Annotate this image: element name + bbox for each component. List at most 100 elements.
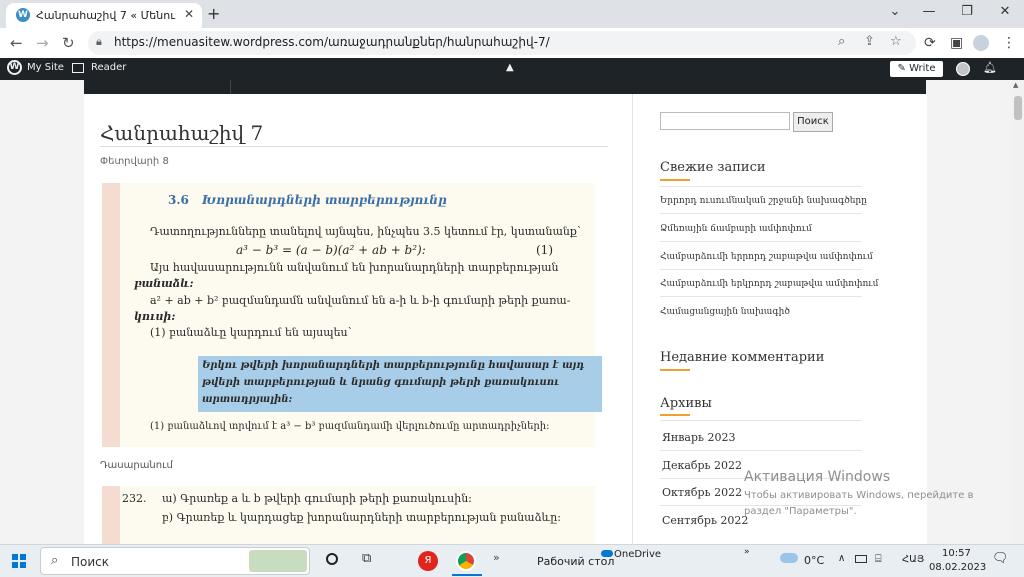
title-divider [100,146,608,147]
exercise-scan-image: 232. ա) Գրառեք a և b թվերի գումարի թերի … [102,486,595,544]
scan-line-3: բանաձև: [134,277,194,290]
section-caption: Դասարանում [100,460,173,471]
recent-post-3[interactable]: Համբարձումի երրորդ շաբաթվա ամփոփում [660,252,873,262]
clock-time[interactable]: 10:57 [942,548,971,559]
wordpress-logo-icon[interactable]: W [7,60,22,75]
forward-icon[interactable]: → [36,34,49,52]
search-input[interactable] [660,112,790,130]
search-icon: ⌕ [51,553,59,568]
recent-post-2[interactable]: Ձմեռային ճամբարի ամփոփում [660,224,812,234]
nav-divider [230,80,231,94]
scan-box-line-1: Երկու թվերի խորանարդների տարբերությունը … [202,360,585,371]
network-icon[interactable]: ⌸ [875,552,882,566]
close-window-icon[interactable]: ✕ [994,4,1016,19]
search-button[interactable]: Поиск [793,112,833,132]
address-bar[interactable]: 🔒︎ https://menuasitew.wordpress.com/առաջ… [88,31,916,55]
recent-post-5[interactable]: Համացանցային նախագիծ [660,307,790,317]
scan-box-line-2: թվերի տարբերության և նրանց գումարի թերի … [202,377,560,388]
scan-formula: a³ − b³ = (a − b)(a² + ab + b²): [236,243,426,257]
tray-chevron-icon[interactable]: ∧ [838,553,845,564]
watermark-line-1: Чтобы активировать Windows, перейдите в [744,490,974,501]
zoom-icon[interactable]: ⌕ [838,34,845,49]
scan-line-6: (1) բանաձևը կարդում են այսպես՝ [150,326,352,339]
post-date[interactable]: Փետրվարի 8 [100,156,169,167]
task-view-icon[interactable]: ⧉ [362,551,371,566]
archive-jan-2023[interactable]: Январь 2023 [662,431,736,444]
sidepanel-icon[interactable]: ▣ [950,35,963,51]
weather-temp[interactable]: 0°C [804,554,824,567]
scroll-top-icon[interactable]: ▲ [506,62,514,73]
windows-taskbar: ⌕ Поиск ⧉ Я » Рабочий стол OneDrive » 0°… [0,544,1024,577]
reload-icon[interactable]: ↻ [62,34,75,52]
cortana-icon[interactable] [326,553,338,565]
write-button[interactable]: ✎ Write [890,61,943,77]
recent-post-1[interactable]: Երրորդ ուսումնական շրջանի նախագծերը [660,196,867,206]
wp-admin-bar: W My Site Reader ▲ ✎ Write 🔔︎ [0,58,1024,80]
separator [660,213,862,214]
back-icon[interactable]: ← [10,34,23,52]
separator [660,296,862,297]
battery-icon[interactable] [855,555,867,563]
restore-icon[interactable]: ❐ [956,4,978,19]
scan-formula-number: (1) [536,243,553,257]
archive-sep-2022[interactable]: Сентябрь 2022 [662,514,748,527]
new-tab-icon[interactable]: + [207,4,220,23]
toolbar-overflow-icon[interactable]: » [744,547,750,557]
scan-box-line-3: արտադրյալին: [202,394,293,405]
separator [660,450,862,451]
post-title: Հանրահաշիվ 7 [100,121,264,145]
desktop-toolbar[interactable]: Рабочий стол [537,555,614,568]
notification-center-icon[interactable]: 🗨︎ [992,551,1009,566]
notifications-icon[interactable]: 🔔︎ [983,61,997,74]
exercise-number: 232. [122,492,147,505]
wordpress-favicon-icon: W [16,8,30,22]
minimize-icon[interactable]: — [918,4,940,19]
my-site-link[interactable]: My Site [27,62,64,73]
tab-search-icon[interactable]: ⌄ [884,4,906,19]
recent-post-4[interactable]: Համբարձումի երկրորդ շաբաթվա ամփոփում [660,279,878,289]
write-label: Write [909,63,936,74]
separator [660,269,862,270]
scan-line-2: Այս հավասարությունն անվանում են խորանարդ… [150,261,559,274]
menu-icon[interactable]: ⋮ [1002,35,1016,51]
browser-tab[interactable]: W Հանրահաշիվ 7 « Մենուա Հար ✕ [6,3,202,28]
heading-underline [660,414,690,416]
yandex-browser-icon[interactable]: Я [418,551,438,571]
onedrive-label[interactable]: OneDrive [614,549,661,560]
separator [660,420,862,421]
tab-title: Հանրահաշիվ 7 « Մենուա Հար [36,9,176,22]
scan-line-1: Դատողությունները տանելով այնպես, ինչպես … [150,225,581,238]
scroll-thumb[interactable] [1014,96,1022,120]
heading-underline [660,369,690,371]
reader-link[interactable]: Reader [91,62,126,73]
taskbar-search[interactable]: ⌕ Поиск [40,547,310,575]
textbook-scan-image: 3.6 Խորանարդների տարբերությունը Դատողութ… [102,183,602,447]
share-icon[interactable]: ⇪ [864,34,875,49]
profile-icon[interactable] [973,35,989,51]
archive-dec-2022[interactable]: Декабрь 2022 [662,459,742,472]
reader-icon[interactable] [72,63,84,73]
scan-line-5: կուսի: [134,310,176,323]
tab-close-icon[interactable]: ✕ [184,7,194,21]
clock-date[interactable]: 08.02.2023 [929,562,986,573]
search-highlight-image [249,550,307,572]
page-scrollbar[interactable] [1012,80,1024,544]
scan-heading: Խորանարդների տարբերությունը [202,193,447,207]
avatar[interactable] [956,62,970,76]
star-icon[interactable]: ☆ [890,34,902,49]
chrome-icon[interactable] [456,551,476,571]
windows-start-icon[interactable] [12,554,26,568]
weather-cloud-icon[interactable] [780,553,798,563]
extensions-icon[interactable]: ⟳ [924,35,936,51]
scroll-up-icon[interactable]: ▲ [1013,81,1018,89]
expand-toolbar-icon[interactable]: » [493,551,500,564]
exercise-b: բ) Գրառեք և կարդացեք խորանարդների տարբեր… [162,511,561,524]
lock-icon[interactable]: 🔒︎ [96,35,102,49]
separator [660,241,862,242]
url-text[interactable]: https://menuasitew.wordpress.com/առաջադր… [114,35,550,49]
archive-oct-2022[interactable]: Октябрь 2022 [662,486,742,499]
onedrive-icon[interactable] [601,550,613,557]
watermark-title: Активация Windows [744,469,891,485]
language-indicator[interactable]: ՀԱՅ [902,554,924,565]
scan-line-7: (1) բանաձևով տրվում է a³ − b³ բազմանդամի… [150,421,550,432]
